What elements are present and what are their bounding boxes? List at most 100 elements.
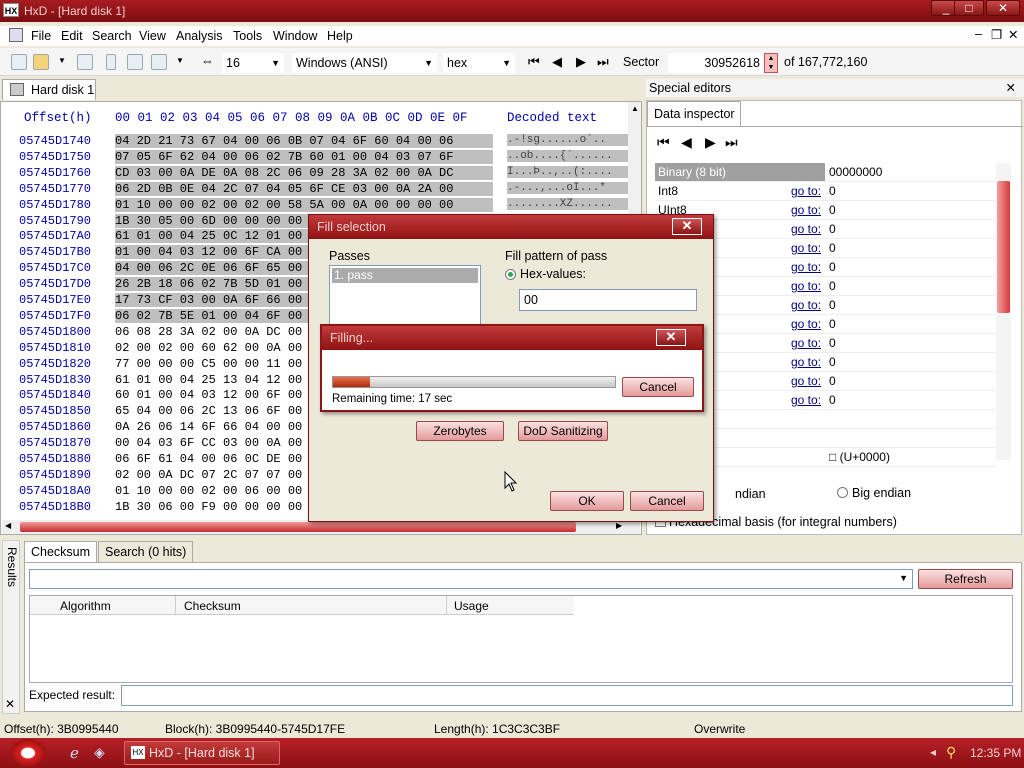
start-button[interactable] xyxy=(10,739,46,767)
big-endian-radio[interactable] xyxy=(837,487,848,498)
filling-cancel-button[interactable]: Cancel xyxy=(622,377,694,397)
inspector-goto[interactable]: go to: xyxy=(791,374,821,388)
mdi-minimize-button[interactable]: – xyxy=(975,27,982,41)
tab-checksum[interactable]: Checksum xyxy=(24,541,98,562)
open-dropdown-icon[interactable]: ▼ xyxy=(58,56,66,65)
sector-input[interactable]: 30952618 xyxy=(668,53,764,73)
row-decoded-text[interactable]: ..ob....{`...... xyxy=(507,149,629,162)
tab-hard-disk-1[interactable]: Hard disk 1 xyxy=(2,79,96,100)
dod-sanitizing-button[interactable]: DoD Sanitizing xyxy=(518,421,608,441)
charset-select[interactable]: Windows (ANSI) ▼ xyxy=(292,53,437,73)
menu-analysis[interactable]: Analysis xyxy=(176,29,223,43)
filling-close-button[interactable]: ✕ xyxy=(656,329,686,346)
search-icon[interactable]: ⚲ xyxy=(946,744,956,761)
checksum-select[interactable]: ▼ xyxy=(29,569,913,589)
tab-data-inspector[interactable]: Data inspector xyxy=(647,101,741,126)
last-sector-icon[interactable]: ⏭ xyxy=(597,54,609,70)
cancel-button[interactable]: Cancel xyxy=(630,491,704,511)
prev-icon[interactable]: ◀ xyxy=(681,134,692,151)
sector-spinner[interactable]: ▲ ▼ xyxy=(764,53,778,73)
fill-dialog-close-button[interactable]: ✕ xyxy=(672,218,702,235)
row-decoded-text[interactable]: .-...,...oÎ...* xyxy=(507,181,629,194)
menu-view[interactable]: View xyxy=(139,29,166,43)
document-icon[interactable] xyxy=(9,28,23,42)
row-hex-bytes[interactable]: 07 05 6F 62 04 00 06 02 7B 60 01 00 04 0… xyxy=(115,149,493,164)
inspector-goto[interactable]: go to: xyxy=(791,279,821,293)
column-algorithm[interactable]: Algorithm xyxy=(60,599,111,613)
save-icon[interactable] xyxy=(77,54,93,70)
row-offset: 05745D1880 xyxy=(19,452,92,466)
menu-window[interactable]: Window xyxy=(273,29,317,43)
close-file-icon[interactable] xyxy=(106,54,116,70)
properties-icon[interactable] xyxy=(127,54,143,70)
editor-horizontal-scrollbar[interactable]: ◀ ▶ xyxy=(2,520,640,534)
export-icon[interactable] xyxy=(151,54,167,70)
menu-file[interactable]: File xyxy=(31,29,51,43)
inspector-goto[interactable]: go to: xyxy=(791,317,821,331)
inspector-row[interactable]: Int8 go to: 0 xyxy=(655,182,996,201)
row-hex-bytes[interactable]: 04 2D 21 73 67 04 00 06 0B 07 04 6F 60 0… xyxy=(115,134,493,148)
close-results-icon[interactable]: ✕ xyxy=(5,697,15,711)
row-decoded-text[interactable]: Í...Þ..,..(:.... xyxy=(507,165,629,178)
column-usage[interactable]: Usage xyxy=(454,599,489,613)
column-checksum[interactable]: Checksum xyxy=(184,599,241,613)
bytes-per-row-select[interactable]: 16 ▼ xyxy=(222,53,284,73)
prev-sector-icon[interactable]: ◀ xyxy=(552,54,562,70)
title-bar: HX HxD - [Hard disk 1] _ □ ✕ xyxy=(0,0,1024,22)
explorer-icon[interactable]: ◈ xyxy=(94,744,105,761)
menu-edit[interactable]: Edit xyxy=(61,29,83,43)
close-button[interactable]: ✕ xyxy=(986,0,1020,16)
inspector-scrollbar[interactable] xyxy=(996,163,1011,460)
inspector-goto[interactable]: go to: xyxy=(791,222,821,236)
mdi-close-button[interactable]: ✕ xyxy=(1008,27,1018,42)
results-side-tab[interactable]: Results ✕ xyxy=(2,540,20,714)
menu-search[interactable]: Search xyxy=(92,29,132,43)
mdi-restore-button[interactable]: ❐ xyxy=(991,27,1002,42)
row-decoded-text[interactable]: ........XZ...... xyxy=(507,197,629,210)
inspector-row[interactable]: Binary (8 bit) 00000000 xyxy=(655,163,996,182)
menu-tools[interactable]: Tools xyxy=(233,29,262,43)
inspector-goto[interactable]: go to: xyxy=(791,298,821,312)
maximize-button[interactable]: □ xyxy=(954,0,984,16)
hex-values-input[interactable]: 00 xyxy=(519,289,697,311)
next-sector-icon[interactable]: ▶ xyxy=(576,54,586,70)
zerobytes-button[interactable]: Zerobytes xyxy=(416,421,504,441)
row-hex-bytes[interactable]: 01 10 00 00 02 00 02 00 58 5A 00 0A 00 0… xyxy=(115,197,493,212)
inspector-goto[interactable]: go to: xyxy=(791,355,821,369)
first-icon[interactable]: ⏮ xyxy=(657,134,670,151)
passes-list[interactable]: 1. pass xyxy=(329,265,481,329)
row-decoded-text[interactable]: .-!sg......o`.. xyxy=(507,134,629,146)
browser-icon[interactable]: ℯ xyxy=(70,744,79,762)
next-icon[interactable]: ▶ xyxy=(705,134,716,151)
row-hex-bytes[interactable]: 06 2D 0B 0E 04 2C 07 04 05 6F CE 03 00 0… xyxy=(115,181,493,196)
inspector-goto[interactable]: go to: xyxy=(791,184,821,198)
expected-result-label: Expected result: xyxy=(29,688,116,702)
inspector-goto[interactable]: go to: xyxy=(791,393,821,407)
inspector-value: 0 xyxy=(829,374,836,388)
inspector-goto[interactable]: go to: xyxy=(791,260,821,274)
new-file-icon[interactable] xyxy=(11,54,27,70)
inspector-goto[interactable]: go to: xyxy=(791,336,821,350)
taskbar-item-hxd[interactable]: HX HxD - [Hard disk 1] xyxy=(124,741,280,765)
row-offset: 05745D17F0 xyxy=(19,308,92,323)
export-dropdown-icon[interactable]: ▼ xyxy=(176,56,184,65)
list-item[interactable]: 1. pass xyxy=(332,268,478,283)
tab-search-results[interactable]: Search (0 hits) xyxy=(98,541,194,562)
tray-arrow-icon[interactable]: ◂ xyxy=(930,745,936,759)
expected-result-input[interactable] xyxy=(121,685,1013,706)
inspector-goto[interactable]: go to: xyxy=(791,241,821,255)
first-sector-icon[interactable]: ⏮ xyxy=(528,54,540,70)
close-panel-icon[interactable]: ✕ xyxy=(1006,80,1016,95)
last-icon[interactable]: ⏭ xyxy=(725,134,738,151)
row-hex-bytes[interactable]: CD 03 00 0A DE 0A 08 2C 06 09 28 3A 02 0… xyxy=(115,165,493,180)
refresh-button[interactable]: Refresh xyxy=(918,569,1013,589)
row-offset: 05745D1760 xyxy=(19,165,92,180)
offset-base-select[interactable]: hex ▼ xyxy=(443,53,515,73)
open-folder-icon[interactable] xyxy=(33,54,49,70)
hex-values-radio[interactable] xyxy=(505,269,516,280)
menu-help[interactable]: Help xyxy=(327,29,353,43)
ok-button[interactable]: OK xyxy=(550,491,624,511)
row-offset: 05745D1810 xyxy=(19,340,92,355)
inspector-goto[interactable]: go to: xyxy=(791,203,821,217)
scrollbar-thumb[interactable] xyxy=(20,522,576,532)
